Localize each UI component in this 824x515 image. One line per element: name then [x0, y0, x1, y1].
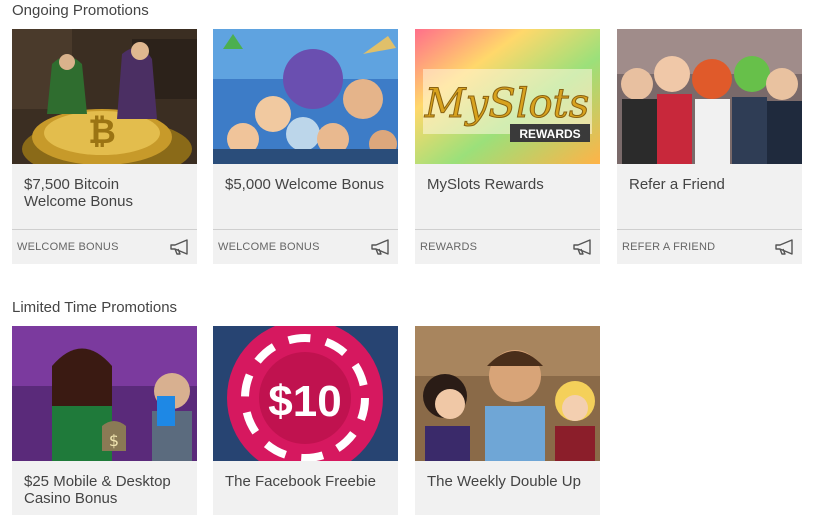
card-footer: WELCOME BONUS — [213, 229, 398, 264]
myslots-logo-text: MySlots — [424, 81, 589, 127]
card-title: The Facebook Freebie — [225, 473, 376, 490]
svg-text:₿: ₿ — [88, 112, 116, 152]
card-title: MySlots Rewards — [427, 176, 544, 193]
promo-card-bitcoin-welcome-bonus[interactable]: ₿ $7,500 Bitcoin Welcome Bonus WELCOME B… — [12, 29, 197, 264]
megaphone-icon[interactable] — [774, 239, 796, 255]
card-category: WELCOME BONUS — [218, 241, 320, 253]
card-title: $25 Mobile & Desktop Casino Bonus — [24, 473, 171, 507]
card-category: WELCOME BONUS — [17, 241, 119, 253]
megaphone-icon[interactable] — [370, 239, 392, 255]
card-footer: REFER A FRIEND — [617, 229, 802, 264]
promo-card-weekly-double-up[interactable]: The Weekly Double Up — [415, 326, 600, 515]
card-title: $5,000 Welcome Bonus — [225, 176, 384, 193]
welcome-bonus-promo-image — [213, 29, 398, 164]
megaphone-icon[interactable] — [572, 239, 594, 255]
card-category: REFER A FRIEND — [622, 241, 716, 253]
promo-card-refer-a-friend[interactable]: Refer a Friend REFER A FRIEND — [617, 29, 802, 264]
refer-a-friend-promo-image — [617, 29, 802, 164]
promo-card-welcome-bonus[interactable]: $5,000 Welcome Bonus WELCOME BONUS — [213, 29, 398, 264]
weekly-double-up-promo-image — [415, 326, 600, 461]
card-title: The Weekly Double Up — [427, 473, 581, 490]
promo-card-mobile-desktop-bonus[interactable]: $ $25 Mobile & Desktop Casino Bonus — [12, 326, 197, 515]
megaphone-icon[interactable] — [169, 239, 191, 255]
bitcoin-promo-image: ₿ — [12, 29, 197, 164]
myslots-rewards-promo-image: MySlots REWARDS — [415, 29, 600, 164]
card-title: $7,500 Bitcoin Welcome Bonus — [24, 176, 133, 210]
facebook-freebie-promo-image: $10 — [213, 326, 398, 461]
limited-promotions-heading: Limited Time Promotions — [12, 299, 178, 316]
card-category: REWARDS — [420, 241, 478, 253]
chip-value-text: $10 — [268, 377, 341, 426]
svg-text:$: $ — [109, 431, 119, 450]
mobile-desktop-promo-image: $ — [12, 326, 197, 461]
ongoing-promotions-heading: Ongoing Promotions — [12, 2, 149, 19]
card-title: Refer a Friend — [629, 176, 725, 193]
myslots-logo-subtext: REWARDS — [519, 127, 580, 141]
card-footer: REWARDS — [415, 229, 600, 264]
promo-card-facebook-freebie[interactable]: $10 The Facebook Freebie — [213, 326, 398, 515]
promo-card-myslots-rewards[interactable]: MySlots REWARDS MySlots Rewards REWARDS — [415, 29, 600, 264]
card-footer: WELCOME BONUS — [12, 229, 197, 264]
